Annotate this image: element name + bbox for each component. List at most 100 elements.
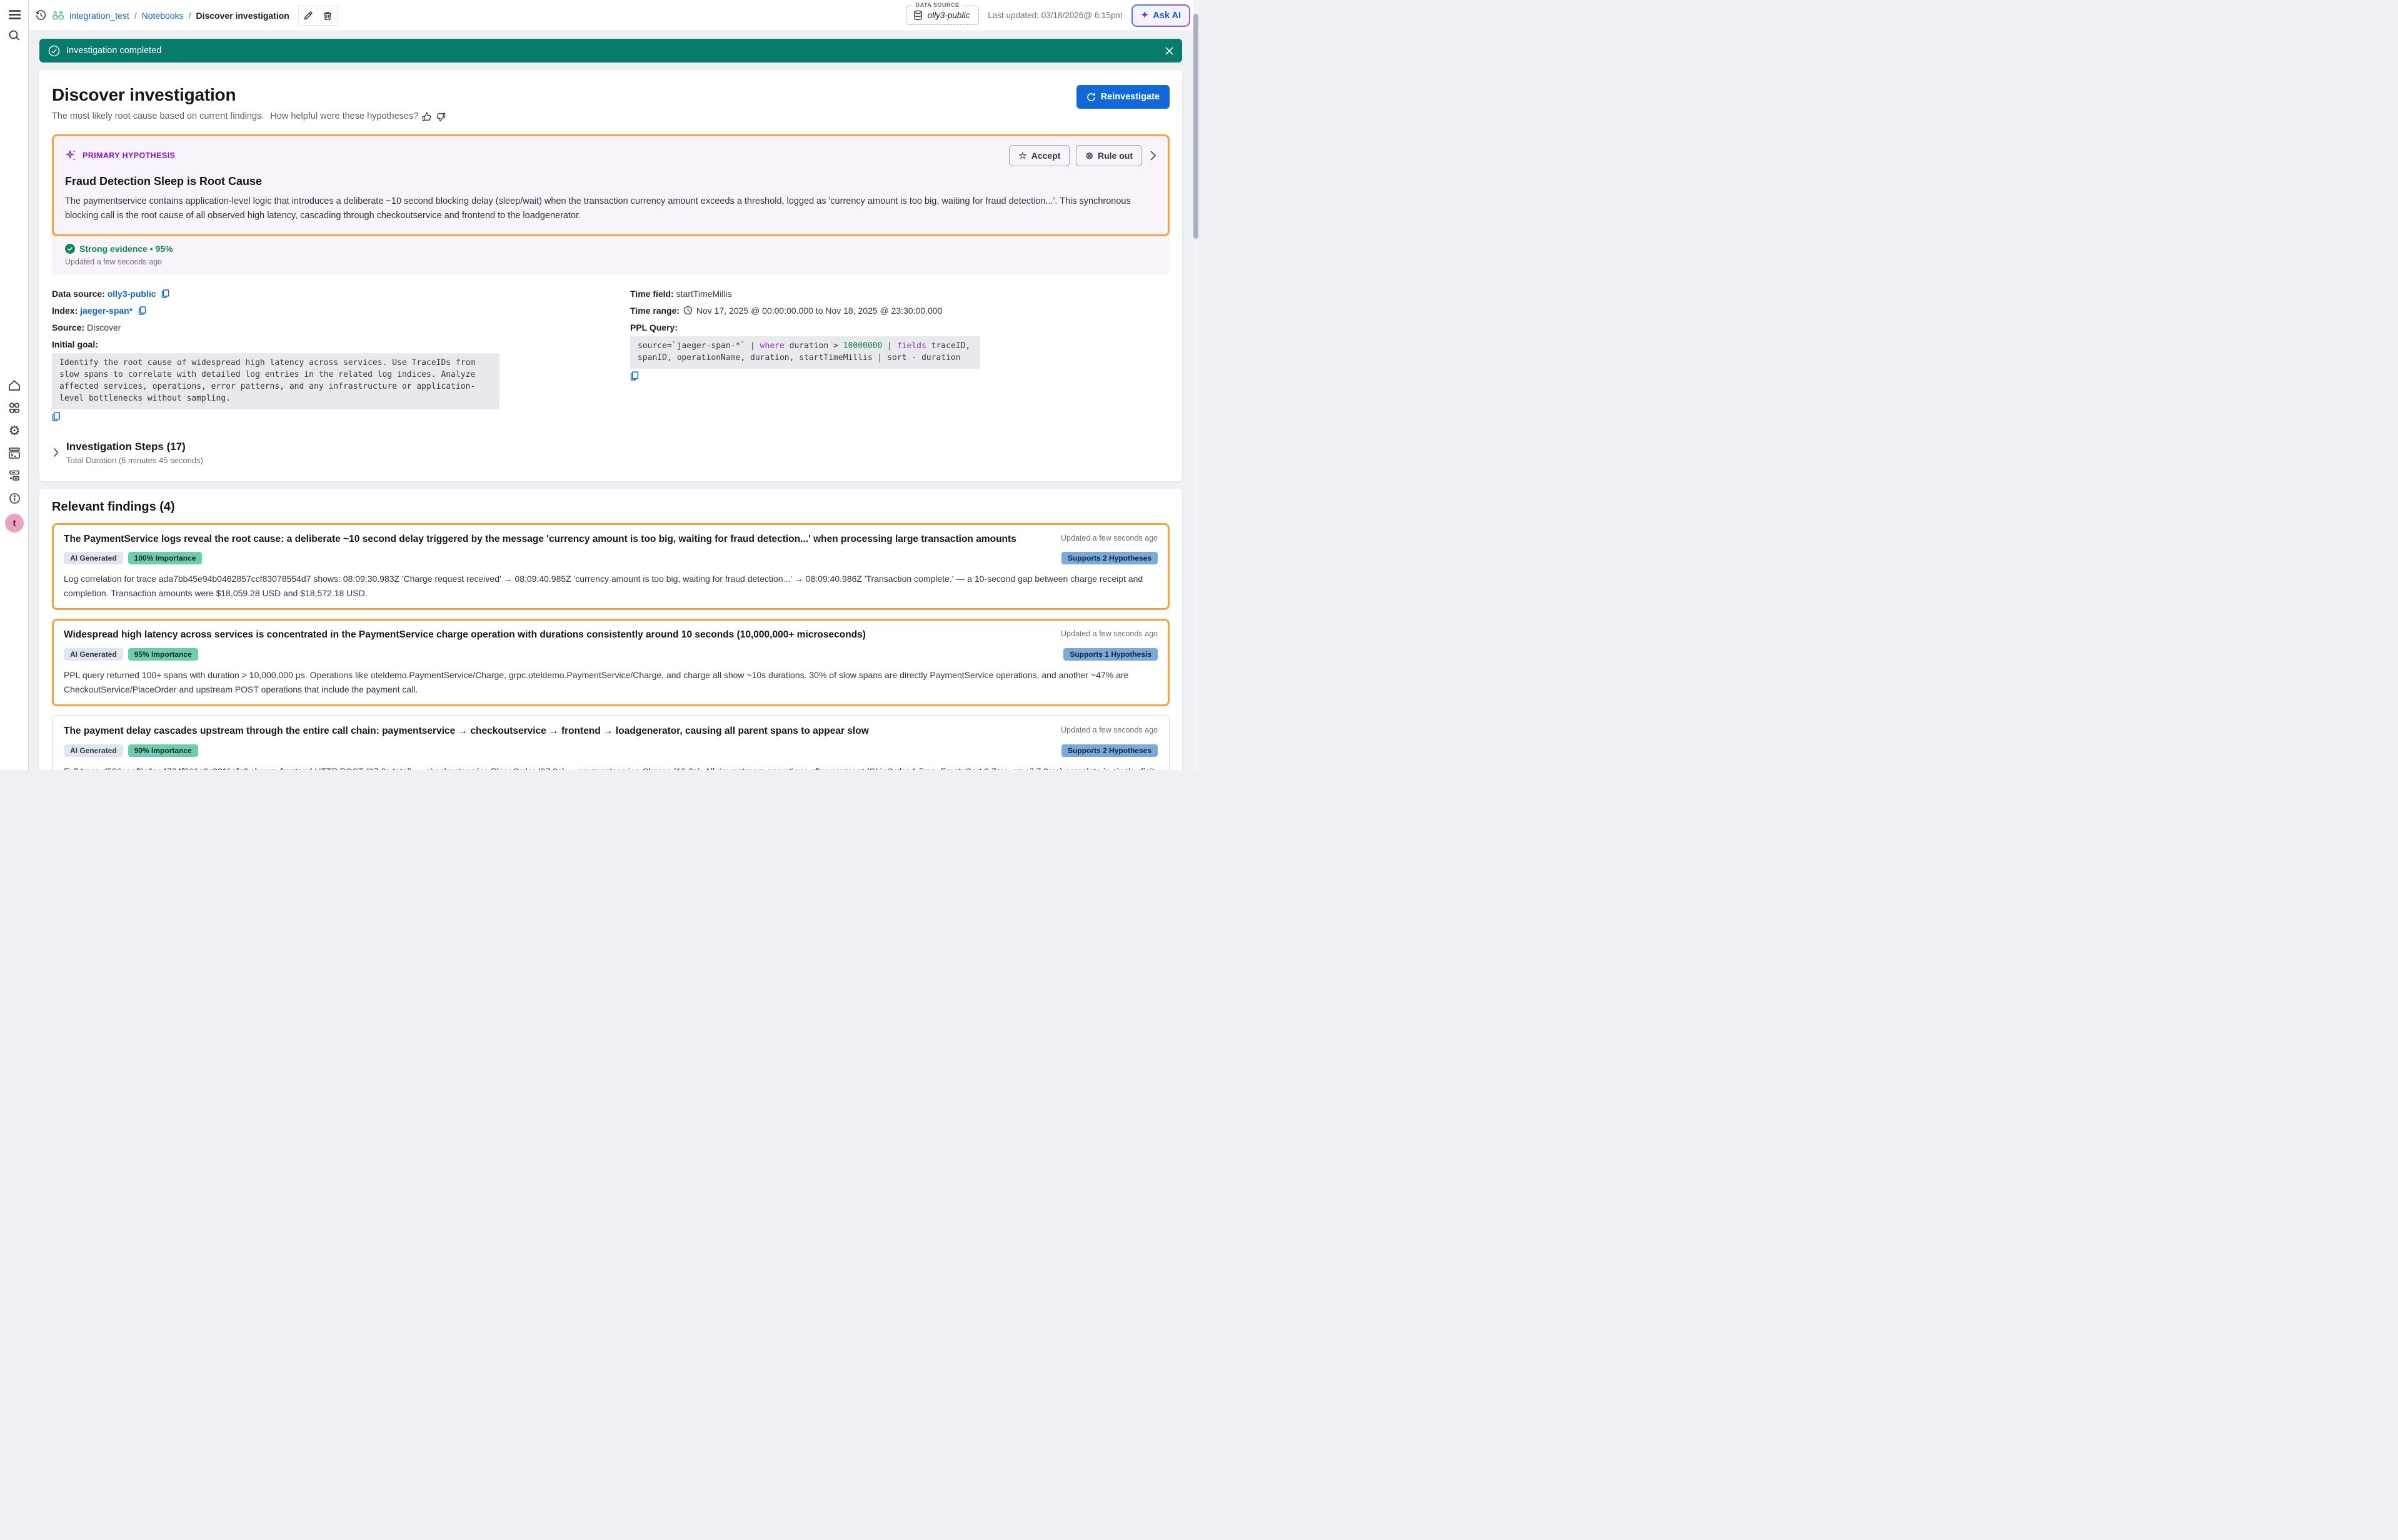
time-field-value: startTimeMillis [676, 289, 732, 299]
initial-goal-label: Initial goal: [52, 339, 98, 349]
data-source-link[interactable]: olly3-public [108, 289, 156, 299]
circle-x-icon: ⊗ [1085, 150, 1093, 161]
check-circle-icon [48, 45, 60, 57]
dev-tools-icon[interactable] [0, 442, 29, 464]
supports-hypotheses-badge: Supports 2 Hypotheses [1061, 552, 1158, 564]
importance-badge: 90% Importance [128, 744, 198, 757]
importance-badge: 95% Importance [128, 648, 198, 661]
source-value: Discover [87, 322, 121, 332]
finding-updated-text: Updated a few seconds ago [1061, 532, 1158, 542]
thumbs-down-icon[interactable] [436, 112, 446, 122]
time-range-value: Nov 17, 2025 @ 00:00:00.000 to Nov 18, 2… [696, 306, 943, 316]
user-avatar[interactable]: t [5, 514, 24, 532]
metadata-right-column: Time field: startTimeMillis Time range: … [630, 289, 1170, 422]
banner-text: Investigation completed [66, 46, 161, 56]
recent-history-icon[interactable] [35, 9, 47, 21]
investigation-summary-card: Discover investigation The most likely r… [39, 70, 1182, 481]
finding-title: Widespread high latency across services … [64, 628, 1051, 642]
binoculars-icon [52, 10, 64, 21]
finding-title: The payment delay cascades upstream thro… [64, 724, 1051, 738]
info-icon[interactable] [0, 488, 29, 509]
relevant-findings-card: Relevant findings (4) The PaymentService… [39, 489, 1182, 770]
database-icon [913, 10, 923, 21]
investigation-steps-toggle[interactable]: Investigation Steps (17) Total Duration … [52, 438, 1170, 471]
finding-card[interactable]: Widespread high latency across services … [52, 619, 1170, 706]
edit-pencil-icon[interactable] [298, 6, 318, 26]
clock-icon [683, 306, 693, 315]
investigation-completed-banner: Investigation completed [39, 39, 1182, 62]
breadcrumb-project-link[interactable]: integration_test [69, 11, 129, 21]
ai-generated-badge: AI Generated [64, 744, 123, 757]
delete-trash-icon[interactable] [318, 6, 338, 26]
index-label: Index: [52, 306, 78, 316]
add-panel-icon[interactable] [0, 465, 29, 486]
time-range-label: Time range: [630, 306, 680, 316]
page-subtitle: The most likely root cause based on curr… [52, 111, 446, 122]
copy-icon[interactable] [138, 306, 146, 315]
last-updated-text: Last updated: 03/18/2026@ 6:15pm [988, 11, 1123, 20]
breadcrumb-current-page: Discover investigation [196, 11, 289, 21]
page-scrollbar [1193, 0, 1199, 770]
accept-button[interactable]: ☆ Accept [1009, 145, 1070, 166]
investigation-metadata: Data source: olly3-public Index: jaeger-… [52, 289, 1170, 422]
data-source-label: Data source: [52, 289, 105, 299]
ask-ai-button[interactable]: ✦ Ask AI [1131, 4, 1190, 27]
finding-body: Log correlation for trace ada7bb45e94b04… [64, 572, 1158, 601]
thumbs-up-icon[interactable] [422, 112, 432, 122]
hypothesis-description: The paymentservice contains application-… [65, 194, 1156, 223]
finding-title: The PaymentService logs reveal the root … [64, 532, 1051, 546]
index-link[interactable]: jaeger-span* [80, 306, 133, 316]
apps-icon[interactable] [0, 398, 29, 419]
data-source-value: olly3-public [928, 11, 970, 20]
topbar-right-group: DATA SOURCE olly3-public Last updated: 0… [906, 4, 1190, 27]
copy-icon[interactable] [630, 371, 639, 381]
ai-generated-badge: AI Generated [64, 648, 123, 661]
breadcrumb: integration_test / Notebooks / Discover … [35, 6, 338, 26]
close-icon[interactable] [1165, 47, 1173, 55]
reinvestigate-button[interactable]: Reinvestigate [1076, 85, 1170, 109]
feedback-question: How helpful were these hypotheses? [270, 111, 418, 121]
home-icon[interactable] [0, 375, 29, 396]
star-icon: ☆ [1018, 150, 1026, 161]
primary-hypothesis-label: PRIMARY HYPOTHESIS [83, 151, 175, 160]
ai-sparkle-icon [65, 149, 78, 162]
refresh-icon [1086, 92, 1096, 102]
investigation-steps-title: Investigation Steps (17) [66, 441, 203, 453]
page-title: Discover investigation [52, 85, 446, 105]
hypothesis-updated-text: Updated a few seconds ago [65, 258, 1156, 266]
supports-hypotheses-badge: Supports 1 Hypothesis [1063, 648, 1158, 661]
copy-icon[interactable] [161, 289, 169, 298]
evidence-badge: Strong evidence • 95% [65, 244, 1156, 254]
primary-hypothesis-section: PRIMARY HYPOTHESIS ☆ Accept ⊗ Rule out [52, 134, 1170, 275]
finding-card[interactable]: The payment delay cascades upstream thro… [52, 715, 1170, 770]
breadcrumb-separator: / [189, 11, 191, 21]
check-circle-filled-icon [65, 244, 75, 254]
relevant-findings-heading: Relevant findings (4) [52, 500, 1170, 514]
copy-icon[interactable] [52, 412, 61, 421]
data-source-legend: DATA SOURCE [913, 2, 963, 8]
investigation-steps-duration: Total Duration (6 minutes 45 seconds) [66, 456, 203, 465]
metadata-left-column: Data source: olly3-public Index: jaeger-… [52, 289, 630, 422]
source-label: Source: [52, 322, 84, 332]
ppl-query-label: PPL Query: [630, 322, 678, 332]
finding-card[interactable]: The PaymentService logs reveal the root … [52, 523, 1170, 611]
time-field-label: Time field: [630, 289, 674, 299]
menu-icon[interactable] [0, 4, 29, 25]
finding-updated-text: Updated a few seconds ago [1061, 724, 1158, 734]
hypothesis-title: Fraud Detection Sleep is Root Cause [65, 175, 1156, 188]
ppl-query-text: source=`jaeger-span-*` | where duration … [630, 336, 980, 369]
gear-icon[interactable]: ⚙ [0, 420, 29, 441]
data-source-selector[interactable]: DATA SOURCE olly3-public [906, 6, 980, 25]
breadcrumb-separator: / [134, 11, 137, 21]
breadcrumb-notebooks-link[interactable]: Notebooks [142, 11, 184, 21]
chevron-right-icon[interactable] [1150, 150, 1156, 161]
top-header-bar: integration_test / Notebooks / Discover … [29, 0, 1199, 31]
finding-body: Full trace d536eeaf9c0ce4734f361a0c3211e… [64, 764, 1158, 770]
finding-body: PPL query returned 100+ spans with durat… [64, 668, 1158, 697]
search-icon[interactable] [0, 25, 29, 46]
importance-badge: 100% Importance [128, 552, 203, 564]
scrollbar-thumb[interactable] [1193, 14, 1198, 239]
rail-bottom-group: ⚙ t [0, 375, 29, 532]
rule-out-button[interactable]: ⊗ Rule out [1076, 145, 1142, 166]
sparkle-icon: ✦ [1141, 11, 1149, 20]
